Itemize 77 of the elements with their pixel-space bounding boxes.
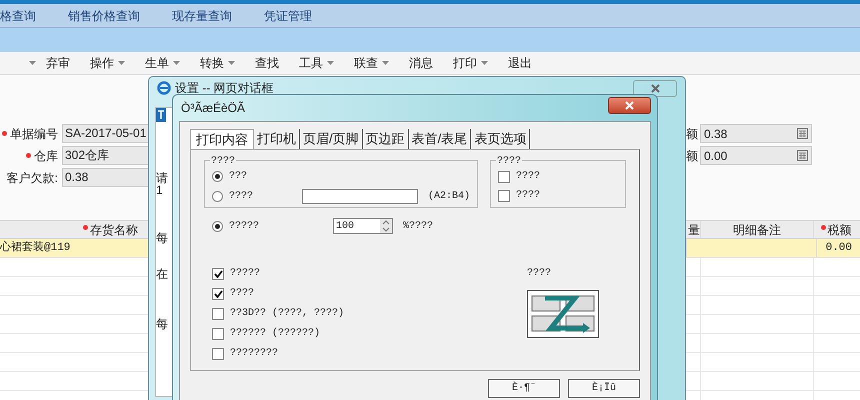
field-label: 客户欠款: bbox=[6, 170, 58, 186]
caret-icon bbox=[173, 61, 180, 65]
toolbar-button[interactable]: 弃审 bbox=[36, 54, 80, 72]
table-cell: 0.00 bbox=[816, 239, 860, 257]
dialog-button[interactable]: È¡Ïû bbox=[568, 379, 640, 398]
radio-label: ??? bbox=[229, 170, 248, 184]
radio-label: ????? bbox=[229, 220, 260, 234]
toolbar-button[interactable]: 退出 bbox=[498, 54, 542, 72]
window-title: Ò³ÃæÉèÖÃ bbox=[180, 100, 246, 117]
column-label: 税额 bbox=[828, 223, 852, 237]
checkbox-label: ?????? (??????) bbox=[230, 326, 320, 341]
checkbox[interactable] bbox=[212, 328, 224, 340]
caret-icon bbox=[228, 61, 235, 65]
toolbar-button[interactable]: 打印 bbox=[443, 54, 498, 72]
caret-icon bbox=[327, 61, 334, 65]
spinner-arrows-icon[interactable] bbox=[380, 219, 392, 233]
checkbox[interactable] bbox=[212, 308, 224, 320]
browser-icon bbox=[157, 81, 171, 95]
dialog-button[interactable]: È·¶¨ bbox=[488, 379, 560, 398]
calculator-icon[interactable] bbox=[797, 150, 808, 161]
radio-button[interactable] bbox=[212, 171, 223, 182]
checkbox[interactable] bbox=[212, 288, 224, 300]
field-label: 仓库 bbox=[34, 148, 58, 164]
close-icon bbox=[650, 84, 660, 92]
toolbar-button[interactable]: 消息 bbox=[399, 54, 443, 72]
text-fragment: 1 bbox=[156, 184, 163, 196]
checkbox[interactable] bbox=[212, 348, 224, 360]
caret-icon bbox=[118, 61, 125, 65]
radio-label: ???? bbox=[229, 190, 254, 204]
column-label: 量 bbox=[688, 223, 700, 237]
nav-link[interactable]: 凭证管理 bbox=[264, 6, 312, 24]
toolbar-button[interactable]: 查找 bbox=[245, 54, 289, 72]
column-label: 存货名称 bbox=[90, 223, 138, 237]
caret-icon bbox=[382, 61, 389, 65]
field-label: 额 bbox=[686, 148, 698, 164]
range-hint: (A2:B4) bbox=[428, 190, 470, 204]
text-fragment: 在 bbox=[156, 268, 168, 280]
caret-icon bbox=[481, 61, 488, 65]
toolbar-button[interactable]: 工具 bbox=[289, 54, 344, 72]
text-fragment: 每 bbox=[156, 318, 168, 330]
checkbox-label: ???? bbox=[516, 189, 540, 203]
checkbox-label: ???? bbox=[516, 170, 540, 184]
table-cell-text: 心裙套装@119 bbox=[0, 240, 72, 256]
scale-spinner[interactable]: 100 bbox=[333, 218, 393, 234]
toolbar-button[interactable]: 转换 bbox=[190, 54, 245, 72]
nav-link[interactable]: 现存量查询 bbox=[172, 6, 232, 24]
text-fragment: 每 bbox=[156, 232, 168, 244]
checkbox[interactable] bbox=[498, 170, 510, 182]
calculator-icon[interactable] bbox=[797, 128, 808, 139]
toolbar-button[interactable]: 联查 bbox=[344, 54, 399, 72]
checkbox[interactable] bbox=[498, 190, 510, 202]
tab[interactable]: 打印内容 bbox=[190, 129, 254, 149]
text-fragment: 请 bbox=[156, 172, 168, 184]
number-field[interactable]: 0.38 bbox=[700, 124, 812, 143]
field-label: 额 bbox=[686, 126, 698, 142]
print-order-icon bbox=[527, 290, 599, 338]
radio-button[interactable] bbox=[212, 191, 223, 202]
caret-icon bbox=[29, 61, 36, 65]
range-field[interactable] bbox=[302, 189, 418, 204]
column-label: 明细备注 bbox=[733, 223, 781, 237]
order-label: ???? bbox=[527, 267, 552, 281]
checkbox-label: ??3D?? (????, ????) bbox=[230, 306, 344, 321]
checkbox-label: ????? bbox=[230, 267, 260, 281]
toolbar-button[interactable]: 生单 bbox=[135, 54, 190, 72]
checkbox-label: ???????? bbox=[230, 347, 278, 361]
checkbox[interactable] bbox=[212, 268, 224, 280]
nav-link[interactable]: 销售价格查询 bbox=[68, 6, 140, 24]
nav-link[interactable]: 格查询 bbox=[0, 6, 36, 24]
toolbar-button[interactable]: 操作 bbox=[80, 54, 135, 72]
radio-button[interactable] bbox=[212, 220, 223, 232]
number-field[interactable]: 0.00 bbox=[700, 146, 812, 165]
close-icon bbox=[625, 101, 634, 110]
window-title: 设置 -- 网页对话框 bbox=[175, 80, 274, 97]
checkbox-label: ???? bbox=[230, 287, 254, 301]
close-button[interactable] bbox=[608, 97, 651, 114]
scale-suffix: %???? bbox=[403, 220, 434, 234]
field-label: 单据编号 bbox=[10, 126, 58, 142]
